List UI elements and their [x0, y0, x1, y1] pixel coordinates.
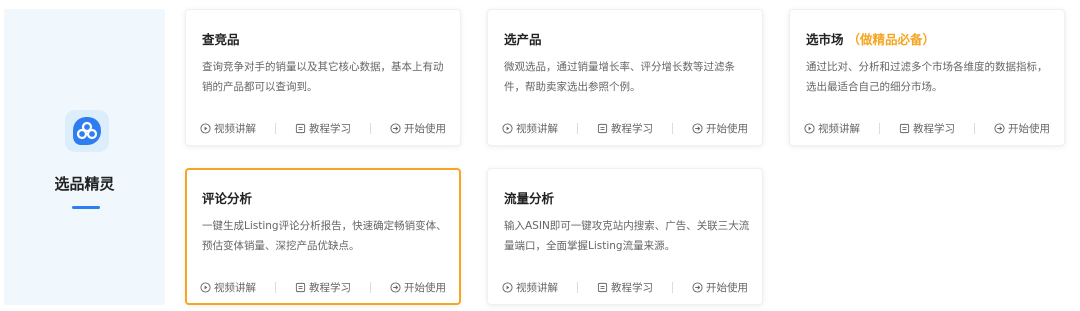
document-icon	[597, 282, 608, 292]
app-title: 选品精灵	[54, 175, 115, 193]
arrow-circle-icon	[390, 281, 401, 293]
card-description: 微观选品，通过销量增长率、评分增长数等过滤条件，帮助卖家选出参照个例。	[504, 61, 735, 93]
video-tutorial-link[interactable]: 视频讲解	[502, 280, 558, 295]
card-title: 流量分析	[504, 191, 555, 206]
video-tutorial-link[interactable]: 视频讲解	[200, 121, 256, 136]
tutorial-link[interactable]: 教程学习	[295, 121, 351, 136]
play-circle-icon	[200, 281, 211, 293]
card-badge: （做精品必备）	[847, 32, 936, 47]
start-using-button[interactable]: 开始使用	[692, 121, 748, 136]
start-using-button[interactable]: 开始使用	[390, 121, 446, 136]
tutorial-link[interactable]: 教程学习	[597, 280, 653, 295]
arrow-circle-icon	[994, 122, 1005, 134]
sidebar-panel: 选品精灵	[4, 9, 165, 305]
card-title: 选产品	[504, 32, 542, 47]
divider	[672, 122, 673, 134]
card-actions: 视频讲解 教程学习 开始使用	[502, 279, 748, 295]
play-circle-icon	[502, 122, 513, 134]
card-description: 输入ASIN即可一键攻克站内搜索、广告、关联三大流量端口，全面掌握Listing…	[504, 220, 750, 252]
document-icon	[597, 123, 608, 133]
tutorial-link[interactable]: 教程学习	[295, 280, 351, 295]
divider	[370, 281, 371, 293]
divider	[577, 122, 578, 134]
play-circle-icon	[804, 122, 815, 134]
start-using-button[interactable]: 开始使用	[692, 280, 748, 295]
start-using-button[interactable]: 开始使用	[994, 121, 1050, 136]
divider	[974, 122, 975, 134]
divider	[275, 281, 276, 293]
card-competitor-lookup[interactable]: 查竞品 查询竞争对手的销量以及其它核心数据，基本上有动销的产品都可以查询到。 视…	[185, 9, 461, 146]
app-title-underline	[72, 206, 100, 209]
card-product-selection[interactable]: 选产品 微观选品，通过销量增长率、评分增长数等过滤条件，帮助卖家选出参照个例。 …	[487, 9, 763, 146]
card-description: 一键生成Listing评论分析报告，快速确定畅销变体、预估变体销量、深挖产品优缺…	[202, 220, 447, 252]
arrow-circle-icon	[692, 122, 703, 134]
video-tutorial-link[interactable]: 视频讲解	[804, 121, 860, 136]
tutorial-link[interactable]: 教程学习	[597, 121, 653, 136]
card-actions: 视频讲解 教程学习 开始使用	[502, 120, 748, 136]
divider	[275, 122, 276, 134]
card-title: 查竞品	[202, 32, 240, 47]
divider	[370, 122, 371, 134]
play-circle-icon	[502, 281, 513, 293]
divider	[879, 122, 880, 134]
card-review-analysis[interactable]: 评论分析 一键生成Listing评论分析报告，快速确定畅销变体、预估变体销量、深…	[185, 168, 461, 305]
divider	[672, 281, 673, 293]
card-title: 评论分析	[202, 191, 253, 206]
app-logo-icon	[65, 110, 109, 152]
card-title: 选市场 （做精品必备）	[806, 32, 936, 47]
video-tutorial-link[interactable]: 视频讲解	[502, 121, 558, 136]
document-icon	[295, 123, 306, 133]
card-description: 查询竞争对手的销量以及其它核心数据，基本上有动销的产品都可以查询到。	[202, 61, 444, 93]
card-market-selection[interactable]: 选市场 （做精品必备） 通过比对、分析和过滤多个市场各维度的数据指标，选出最适合自…	[789, 9, 1065, 146]
document-icon	[295, 282, 306, 292]
card-actions: 视频讲解 教程学习 开始使用	[200, 279, 446, 295]
divider	[577, 281, 578, 293]
play-circle-icon	[200, 122, 211, 134]
document-icon	[899, 123, 910, 133]
arrow-circle-icon	[390, 122, 401, 134]
card-traffic-analysis[interactable]: 流量分析 输入ASIN即可一键攻克站内搜索、广告、关联三大流量端口，全面掌握Li…	[487, 168, 763, 305]
tutorial-link[interactable]: 教程学习	[899, 121, 955, 136]
card-description: 通过比对、分析和过滤多个市场各维度的数据指标，选出最适合自己的细分市场。	[806, 61, 1048, 93]
start-using-button[interactable]: 开始使用	[390, 280, 446, 295]
card-actions: 视频讲解 教程学习 开始使用	[804, 120, 1050, 136]
video-tutorial-link[interactable]: 视频讲解	[200, 280, 256, 295]
card-actions: 视频讲解 教程学习 开始使用	[200, 120, 446, 136]
arrow-circle-icon	[692, 281, 703, 293]
